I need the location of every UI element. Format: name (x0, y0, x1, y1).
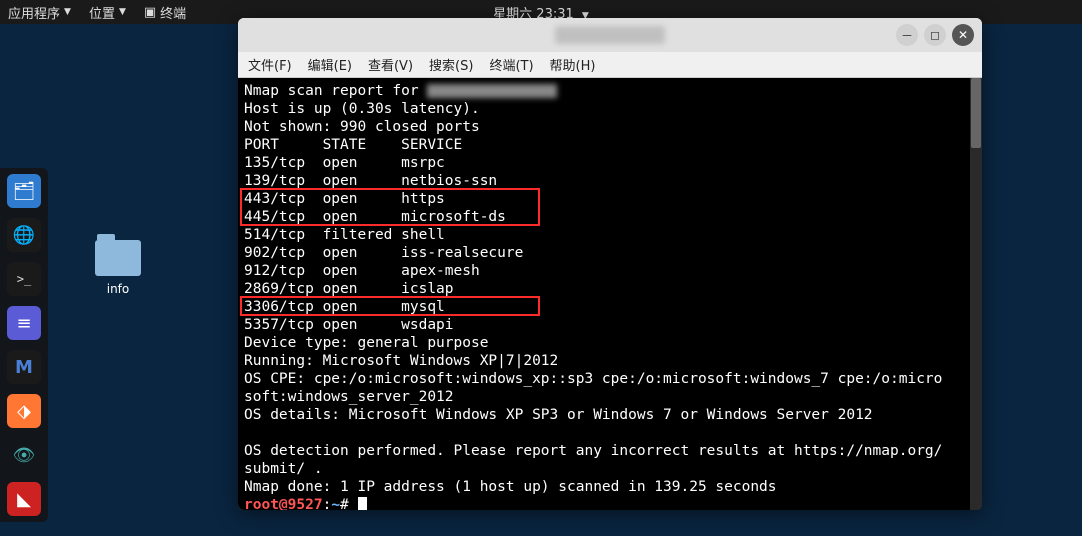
metasploit-icon[interactable]: M (7, 350, 41, 384)
folder-icon (95, 240, 141, 276)
output-line: PORT STATE SERVICE (244, 137, 462, 153)
files-icon[interactable]: 🗂 (7, 174, 41, 208)
output-line: Host is up (0.30s latency). (244, 101, 480, 117)
scrollbar-thumb[interactable] (971, 78, 981, 148)
output-line: soft:windows_server_2012 (244, 389, 454, 405)
prompt-hash: # (340, 497, 357, 510)
output-line: 912/tcp open apex-mesh (244, 263, 480, 279)
output-line: submit/ . (244, 461, 323, 477)
chevron-down-icon: ▼ (64, 7, 71, 17)
menu-edit[interactable]: 编辑(E) (308, 55, 352, 74)
text-editor-icon[interactable]: ≡ (7, 306, 41, 340)
output-line: Running: Microsoft Windows XP|7|2012 (244, 353, 558, 369)
output-line: OS details: Microsoft Windows XP SP3 or … (244, 407, 873, 423)
output-line: OS detection performed. Please report an… (244, 443, 942, 459)
output-line: 135/tcp open msrpc (244, 155, 445, 171)
terminal-body[interactable]: Nmap scan report for Host is up (0.30s l… (238, 78, 982, 510)
output-line: 443/tcp open https (244, 191, 445, 207)
output-line: Device type: general purpose (244, 335, 488, 351)
output-line: 139/tcp open netbios-ssn (244, 173, 497, 189)
output-line: Not shown: 990 closed ports (244, 119, 480, 135)
firefox-icon[interactable]: 🌐 (7, 218, 41, 252)
terminal-window: － ◻ ✕ 文件(F) 编辑(E) 查看(V) 搜索(S) 终端(T) 帮助(H… (238, 18, 982, 510)
output-line: Nmap scan report for (244, 83, 427, 99)
output-line: 3306/tcp open mysql (244, 299, 445, 315)
terminal-label: 终端 (160, 3, 186, 22)
output-line: 5357/tcp open wsdapi (244, 317, 454, 333)
prompt-user: root@9527 (244, 497, 323, 510)
output-line: 514/tcp filtered shell (244, 227, 445, 243)
menu-terminal[interactable]: 终端(T) (489, 55, 533, 74)
output-line: OS CPE: cpe:/o:microsoft:windows_xp::sp3… (244, 371, 942, 387)
window-title-blurred (555, 26, 665, 44)
output-line: 445/tcp open microsoft-ds (244, 209, 506, 225)
terminal-icon: ▣ (144, 5, 156, 20)
places-menu[interactable]: 位置 ▼ (89, 3, 126, 22)
output-line: 902/tcp open iss-realsecure (244, 245, 523, 261)
dock: 🗂 🌐 >_ ≡ M ⬗ 👁 ◣ (0, 168, 48, 522)
output-line: Nmap done: 1 IP address (1 host up) scan… (244, 479, 777, 495)
applications-menu[interactable]: 应用程序 ▼ (8, 3, 71, 22)
prompt-path: ~ (331, 497, 340, 510)
cursor (358, 497, 367, 510)
menubar: 文件(F) 编辑(E) 查看(V) 搜索(S) 终端(T) 帮助(H) (238, 52, 982, 78)
minimize-button[interactable]: － (896, 24, 918, 46)
menu-view[interactable]: 查看(V) (368, 55, 413, 74)
chevron-down-icon: ▼ (119, 7, 126, 17)
close-button[interactable]: ✕ (952, 24, 974, 46)
terminal-icon[interactable]: >_ (7, 262, 41, 296)
desktop-folder-info[interactable]: info (88, 240, 148, 296)
prompt-sep: : (323, 497, 332, 510)
maltego-icon[interactable]: 👁 (7, 438, 41, 472)
titlebar[interactable]: － ◻ ✕ (238, 18, 982, 52)
output-line: 2869/tcp open icslap (244, 281, 454, 297)
menu-file[interactable]: 文件(F) (248, 55, 292, 74)
folder-label: info (107, 282, 130, 296)
pdf-icon[interactable]: ◣ (7, 482, 41, 516)
burp-icon[interactable]: ⬗ (7, 394, 41, 428)
maximize-button[interactable]: ◻ (924, 24, 946, 46)
menu-search[interactable]: 搜索(S) (429, 55, 473, 74)
menu-help[interactable]: 帮助(H) (550, 55, 596, 74)
applications-label: 应用程序 (8, 3, 60, 22)
terminal-shortcut[interactable]: ▣ 终端 (144, 3, 186, 22)
terminal-output: Nmap scan report for Host is up (0.30s l… (238, 78, 982, 510)
scrollbar[interactable] (970, 78, 982, 510)
places-label: 位置 (89, 3, 115, 22)
redacted-ip (427, 84, 557, 98)
